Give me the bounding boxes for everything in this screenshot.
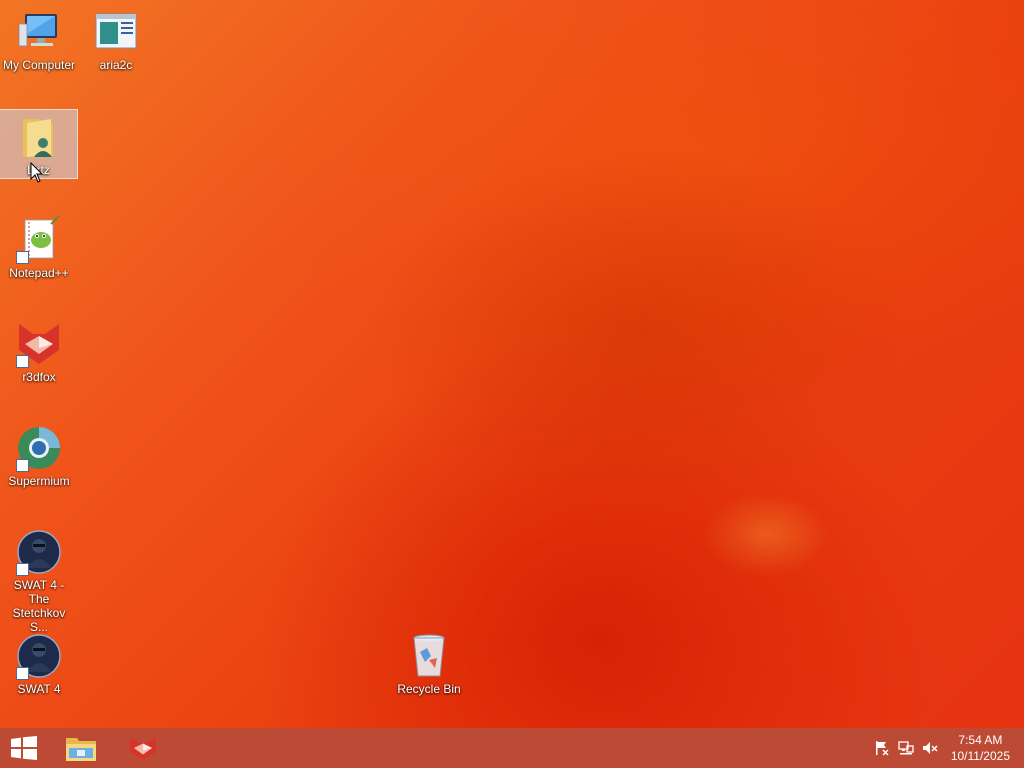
shortcut-arrow-icon (16, 667, 29, 680)
desktop-icon-r3dfox[interactable]: r3dfox (0, 320, 78, 384)
computer-icon (15, 8, 63, 56)
taskbar-file-explorer-button[interactable] (58, 728, 104, 768)
swat4-game-icon (15, 632, 63, 680)
desktop-icon-supermium[interactable]: Supermium (0, 424, 78, 488)
shortcut-arrow-icon (16, 563, 29, 576)
desktop-icon-label: aria2c (99, 58, 133, 72)
action-center-flag-icon[interactable] (874, 740, 890, 756)
supermium-browser-icon (15, 424, 63, 472)
desktop-icon-label: SWAT 4 (17, 682, 61, 696)
clock-time: 7:54 AM (958, 733, 1003, 747)
desktop-icon-label: Notepad++ (9, 266, 69, 280)
desktop-icon-label: SWAT 4 - The Stetchkov S... (12, 578, 66, 634)
notepad-plus-plus-icon (15, 215, 63, 264)
desktop-icon-notepad-plus-plus[interactable]: Notepad++ (0, 215, 78, 280)
windows-start-icon (11, 736, 37, 760)
desktop-icon-recycle-bin[interactable]: Recycle Bin (390, 632, 468, 696)
taskbar-clock[interactable]: 7:54 AM 10/11/2025 (951, 732, 1010, 764)
start-button[interactable] (0, 728, 48, 768)
desktop-icon-label: r3dfox (22, 370, 56, 384)
swat4-game-icon (15, 528, 63, 576)
application-window-icon (92, 8, 140, 56)
r3dfox-icon (15, 320, 63, 368)
mouse-cursor-icon (30, 162, 44, 183)
shortcut-arrow-icon (16, 251, 29, 264)
desktop-icon-label: My Computer (2, 58, 76, 72)
taskbar: 7:54 AM 10/11/2025 (0, 728, 1024, 768)
file-explorer-icon (66, 738, 96, 761)
desktop-icon-swat4-stetchkov[interactable]: SWAT 4 - The Stetchkov S... (0, 528, 78, 634)
volume-muted-icon[interactable] (922, 740, 938, 756)
network-icon[interactable] (898, 740, 914, 756)
desktop-icon-label: Supermium (8, 474, 70, 488)
clock-date: 10/11/2025 (950, 749, 1010, 763)
shortcut-arrow-icon (16, 459, 29, 472)
taskbar-r3dfox-button[interactable] (120, 728, 166, 768)
desktop-icon-label: Recycle Bin (397, 682, 461, 696)
desktop-icon-swat4[interactable]: SWAT 4 (0, 632, 78, 696)
desktop[interactable]: My Computer aria2c Lirtz (0, 0, 1024, 728)
desktop-icon-my-computer[interactable]: My Computer (0, 8, 78, 72)
shortcut-arrow-icon (16, 355, 29, 368)
recycle-bin-icon (405, 632, 453, 680)
desktop-icon-aria2c[interactable]: aria2c (77, 8, 155, 72)
r3dfox-icon (130, 737, 156, 760)
user-folder-icon (15, 113, 63, 161)
